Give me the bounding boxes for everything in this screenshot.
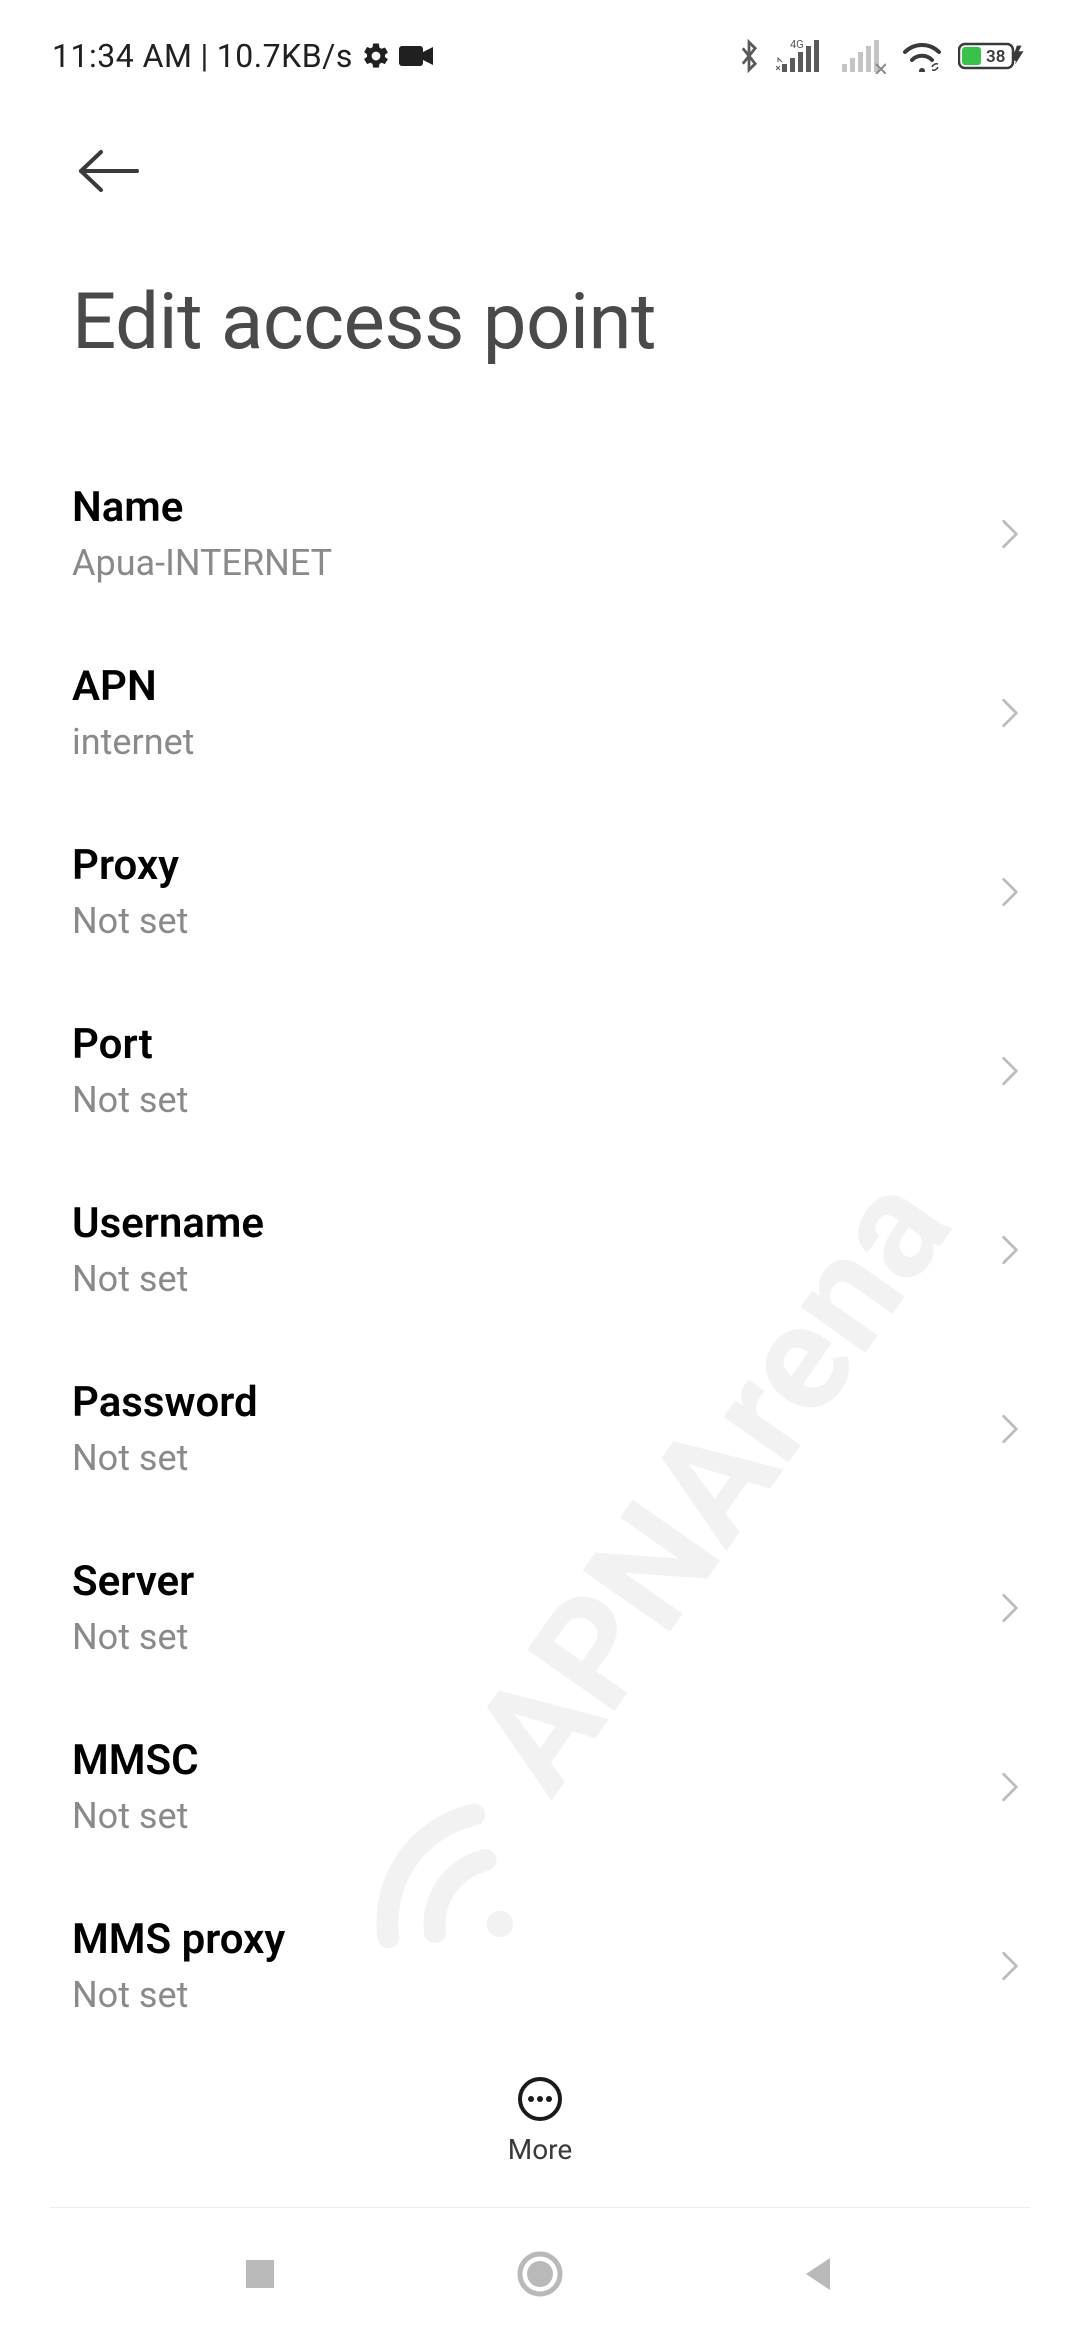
setting-username[interactable]: Username Not set — [72, 1159, 1040, 1338]
setting-value: Apua-INTERNET — [72, 542, 332, 584]
chevron-right-icon — [1000, 1767, 1040, 1807]
setting-label: MMSC — [72, 1736, 199, 1785]
nav-back-button[interactable] — [790, 2244, 850, 2304]
chevron-right-icon — [1000, 693, 1040, 733]
chevron-right-icon — [1000, 514, 1040, 554]
signal-no-sim-icon — [842, 38, 886, 74]
setting-label: Server — [72, 1557, 194, 1606]
setting-mmsc[interactable]: MMSC Not set — [72, 1696, 1040, 1875]
setting-label: Username — [72, 1199, 264, 1248]
status-speed: 10.7KB/s — [217, 37, 353, 75]
status-time: 11:34 AM — [52, 37, 192, 75]
setting-label: Password — [72, 1378, 258, 1427]
setting-value: Not set — [72, 900, 188, 942]
setting-value: Not set — [72, 1974, 285, 2016]
system-nav-bar — [0, 2208, 1080, 2340]
more-button[interactable]: More — [508, 2075, 573, 2166]
settings-list: Name Apua-INTERNET APN internet Proxy No… — [0, 398, 1080, 2054]
battery-icon: 38 — [958, 40, 1028, 72]
app-bar — [0, 82, 1080, 215]
svg-text:4G: 4G — [790, 38, 804, 51]
setting-port[interactable]: Port Not set — [72, 980, 1040, 1159]
status-sep: | — [200, 37, 208, 75]
nav-recent-button[interactable] — [230, 2244, 290, 2304]
nav-home-button[interactable] — [510, 2244, 570, 2304]
wifi-icon — [902, 40, 942, 72]
setting-label: Proxy — [72, 841, 188, 890]
chevron-right-icon — [1000, 1051, 1040, 1091]
more-label: More — [508, 2133, 573, 2166]
chevron-right-icon — [1000, 1946, 1040, 1986]
bottom-action-bar: More — [0, 2045, 1080, 2195]
status-right: 4G — [738, 38, 1028, 74]
gear-icon — [361, 41, 391, 71]
setting-value: Not set — [72, 1795, 199, 1837]
setting-value: internet — [72, 721, 194, 763]
back-button[interactable] — [75, 127, 163, 215]
setting-label: MMS proxy — [72, 1915, 285, 1964]
camera-icon — [399, 44, 433, 68]
setting-value: Not set — [72, 1258, 264, 1300]
chevron-right-icon — [1000, 1409, 1040, 1449]
setting-server[interactable]: Server Not set — [72, 1517, 1040, 1696]
bluetooth-icon — [738, 39, 760, 73]
chevron-right-icon — [1000, 872, 1040, 912]
setting-apn[interactable]: APN internet — [72, 622, 1040, 801]
setting-label: APN — [72, 662, 194, 711]
status-bar: 11:34 AM | 10.7KB/s 4G — [0, 0, 1080, 82]
chevron-right-icon — [1000, 1588, 1040, 1628]
setting-mms-proxy[interactable]: MMS proxy Not set — [72, 1875, 1040, 2054]
setting-name[interactable]: Name Apua-INTERNET — [72, 443, 1040, 622]
signal-4g-icon: 4G — [776, 38, 826, 74]
setting-password[interactable]: Password Not set — [72, 1338, 1040, 1517]
setting-value: Not set — [72, 1437, 258, 1479]
status-left: 11:34 AM | 10.7KB/s — [52, 37, 433, 75]
setting-label: Name — [72, 483, 332, 532]
setting-value: Not set — [72, 1616, 194, 1658]
setting-value: Not set — [72, 1079, 188, 1121]
page-title: Edit access point — [0, 215, 1080, 398]
svg-text:38: 38 — [986, 47, 1005, 67]
chevron-right-icon — [1000, 1230, 1040, 1270]
setting-label: Port — [72, 1020, 188, 1069]
more-circle-icon — [516, 2075, 564, 2123]
setting-proxy[interactable]: Proxy Not set — [72, 801, 1040, 980]
